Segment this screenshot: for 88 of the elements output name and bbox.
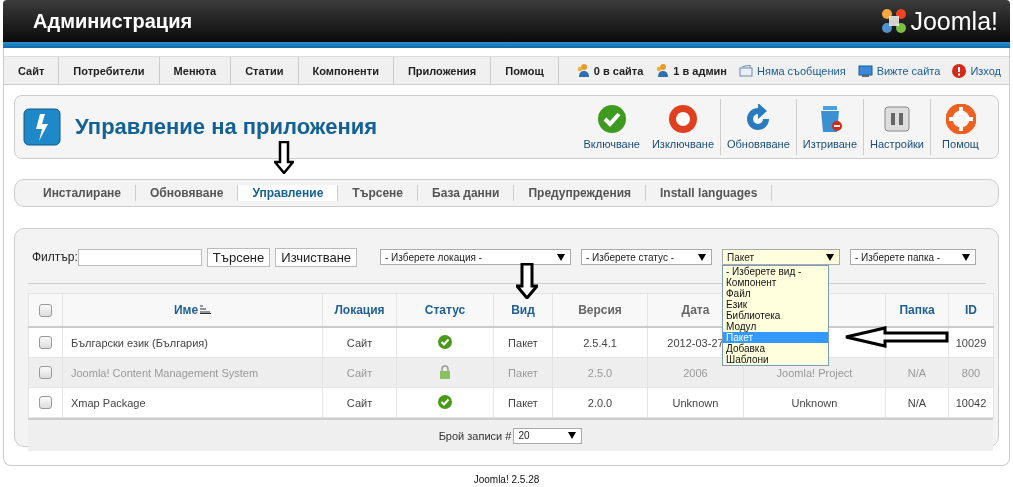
- table-cell: Пакет: [493, 327, 553, 358]
- pagination-label: Брой записи #: [438, 429, 512, 442]
- table-cell: Unknown: [743, 387, 886, 418]
- users-icon: [575, 64, 590, 77]
- logo-icon: [881, 8, 908, 34]
- column-header: Версия: [552, 293, 648, 327]
- stop-icon: [667, 104, 698, 134]
- table-cell: Сайт: [322, 387, 397, 418]
- column-header[interactable]: Вид: [493, 293, 553, 327]
- check-icon: [596, 104, 627, 134]
- dropdown[interactable]: - Изберете локация -: [380, 249, 571, 265]
- status-label: Вижте сайта: [876, 64, 941, 77]
- monitor-icon: [857, 64, 873, 77]
- table-cell: 2.5.0: [552, 357, 648, 388]
- checkbox[interactable]: [39, 366, 52, 380]
- filter-field[interactable]: [77, 248, 202, 266]
- menu-item[interactable]: Менюта: [159, 57, 232, 84]
- column-header[interactable]: ID: [948, 293, 994, 327]
- search-button[interactable]: Търсене: [206, 247, 271, 267]
- nav-tab[interactable]: Install languages: [646, 185, 773, 201]
- exclamation-icon: [952, 63, 967, 78]
- table-cell: Сайт: [322, 357, 397, 388]
- toolbar-button[interactable]: Помощ: [930, 99, 990, 155]
- table-cell: Xmap Package: [62, 387, 323, 418]
- header-title: Администрация: [33, 9, 193, 33]
- table-cell: N/A: [885, 357, 949, 388]
- logo[interactable]: Joomla!: [881, 6, 998, 36]
- table-cell: Пакет: [493, 387, 553, 418]
- checkbox[interactable]: [39, 336, 52, 350]
- status-label: Изход: [970, 64, 1001, 77]
- menu-item[interactable]: Потребители: [59, 57, 160, 84]
- caret-icon: [557, 253, 565, 261]
- checkbox[interactable]: [39, 396, 52, 410]
- checkbox[interactable]: [39, 304, 52, 318]
- nav-tab[interactable]: Инсталиране: [29, 185, 137, 201]
- toolbar-button[interactable]: Изтриване: [795, 99, 864, 155]
- page-size-dropdown[interactable]: 20: [513, 427, 583, 444]
- message-icon: [739, 64, 753, 77]
- status-link[interactable]: 0 в сайта: [575, 64, 644, 77]
- menu-item[interactable]: Помощ: [491, 57, 559, 84]
- nav-tab[interactable]: База данни: [418, 185, 515, 201]
- table-cell: Пакет: [493, 357, 553, 388]
- dropdown[interactable]: - Изберете папка -: [850, 249, 976, 265]
- table-cell: 2.5.4.1: [552, 327, 648, 358]
- menu-item[interactable]: Сайт: [4, 57, 60, 84]
- filter-label: Филтър:: [32, 250, 78, 264]
- table-cell: 2.0.0: [552, 387, 648, 418]
- column-header[interactable]: Статус: [396, 293, 494, 327]
- nav-tab[interactable]: Търсене: [338, 185, 418, 201]
- caret-icon: [698, 253, 706, 261]
- nav-tab[interactable]: Управление: [238, 185, 339, 201]
- settings-icon: [882, 104, 913, 134]
- toolbar-button[interactable]: Настройки: [863, 99, 930, 155]
- column-header[interactable]: Папка: [885, 293, 949, 327]
- footer-version: Joomla! 2.5.28: [472, 474, 541, 485]
- page-title: Управление на приложения: [75, 114, 378, 140]
- caret-icon: [962, 253, 970, 261]
- menu-item[interactable]: Статии: [231, 57, 299, 84]
- status-link[interactable]: Вижте сайта: [857, 64, 941, 77]
- status-label: 0 в сайта: [593, 64, 644, 77]
- clear-button[interactable]: Изчистване: [275, 247, 358, 267]
- status-label: 1 в админ: [673, 64, 727, 77]
- column-header[interactable]: Локация: [322, 293, 397, 327]
- table-cell: Unknown: [647, 387, 744, 418]
- down-arrow-drawing: [516, 263, 538, 299]
- dropdown-option[interactable]: - Изберете вид -: [723, 266, 828, 277]
- caret-icon: [568, 432, 577, 439]
- table-cell: N/A: [885, 387, 949, 418]
- column-header[interactable]: Име: [62, 293, 323, 327]
- caret-icon: [826, 253, 834, 261]
- dropdown[interactable]: - Изберете статус -: [581, 249, 712, 265]
- toolbar-button[interactable]: Изключване: [645, 99, 720, 155]
- users-icon: [655, 64, 670, 77]
- toolbar-button[interactable]: Включване: [577, 99, 646, 155]
- table-cell: Сайт: [322, 327, 397, 358]
- menu-item[interactable]: Компоненти: [298, 57, 394, 84]
- status-link[interactable]: Няма съобщения: [739, 64, 846, 77]
- status-label: Няма съобщения: [757, 64, 846, 77]
- toolbar-button[interactable]: Обновяване: [720, 99, 796, 155]
- table-cell: Български език (България): [62, 327, 323, 358]
- status-link[interactable]: Изход: [952, 63, 1001, 78]
- lifebuoy-icon: [945, 104, 976, 134]
- dropdown-option[interactable]: Компонент: [723, 277, 828, 288]
- table-cell: Joomla! Content Management System: [62, 357, 323, 388]
- nav-tab[interactable]: Предупреждения: [514, 185, 647, 201]
- lightning-icon: [23, 108, 61, 146]
- status-link[interactable]: 1 в админ: [655, 64, 727, 77]
- menu-item[interactable]: Приложения: [393, 57, 492, 84]
